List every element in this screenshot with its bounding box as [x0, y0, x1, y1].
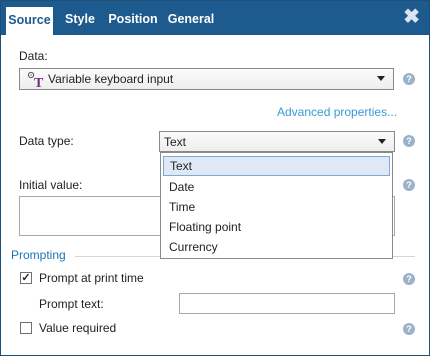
help-icon[interactable]: ?: [403, 135, 415, 147]
dropdown-option-currency[interactable]: Currency: [163, 237, 390, 257]
help-icon[interactable]: ?: [403, 323, 415, 335]
data-type-dropdown-list: Text Date Time Floating point Currency: [160, 152, 393, 259]
chevron-down-icon: [377, 76, 385, 81]
tab-general[interactable]: General: [165, 6, 217, 35]
data-label: Data:: [19, 49, 48, 63]
prompt-at-print-label: Prompt at print time: [39, 271, 144, 285]
tab-position[interactable]: Position: [105, 6, 161, 35]
prompt-text-label: Prompt text:: [39, 297, 104, 311]
dialog-window: Source Style Position General ✖ Data: T …: [0, 0, 430, 356]
value-required-checkbox[interactable]: [20, 322, 32, 334]
value-required-label: Value required: [39, 321, 117, 335]
data-type-label: Data type:: [19, 134, 74, 148]
help-icon[interactable]: ?: [403, 179, 415, 191]
help-icon[interactable]: ?: [403, 273, 415, 285]
variable-text-icon: T: [26, 70, 44, 91]
initial-value-label: Initial value:: [19, 178, 83, 192]
prompt-at-print-checkbox[interactable]: ✓: [20, 272, 32, 284]
tab-style[interactable]: Style: [59, 6, 101, 35]
prompting-section-title: Prompting: [11, 248, 66, 262]
prompt-text-field[interactable]: [179, 293, 395, 314]
data-source-select[interactable]: T Variable keyboard input: [19, 68, 394, 91]
dropdown-option-date[interactable]: Date: [163, 177, 390, 197]
tab-bar: Source Style Position General ✖: [1, 1, 429, 35]
dropdown-option-time[interactable]: Time: [163, 197, 390, 217]
chevron-down-icon: [378, 139, 386, 144]
data-source-value: Variable keyboard input: [48, 72, 174, 86]
tab-source[interactable]: Source: [5, 6, 54, 35]
svg-text:T: T: [34, 76, 44, 88]
dropdown-option-floating-point[interactable]: Floating point: [163, 217, 390, 237]
close-icon[interactable]: ✖: [403, 6, 420, 28]
data-type-select[interactable]: Text: [159, 131, 395, 152]
data-type-value: Text: [164, 135, 187, 149]
help-icon[interactable]: ?: [403, 73, 415, 85]
advanced-properties-link[interactable]: Advanced properties...: [277, 105, 397, 119]
dropdown-option-text[interactable]: Text: [163, 156, 390, 176]
